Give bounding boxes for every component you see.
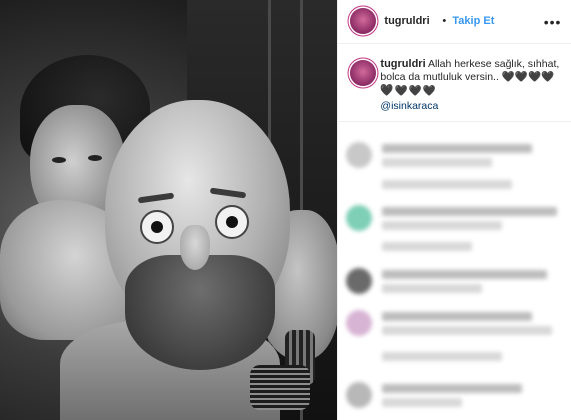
blurred-comment	[346, 348, 566, 378]
avatar[interactable]	[350, 8, 377, 34]
woman-eye	[52, 157, 66, 163]
comment-avatar	[346, 205, 373, 231]
more-options-icon[interactable]: •••	[544, 14, 562, 30]
caption-username[interactable]: tugruldri	[380, 58, 425, 70]
man-beard	[125, 255, 275, 370]
mention-link[interactable]: @isinkaraca	[380, 100, 438, 112]
comment-line	[382, 326, 553, 335]
comment-line	[382, 270, 548, 279]
comment-line	[382, 180, 513, 189]
blurred-comment	[346, 140, 566, 170]
blurred-comment	[346, 176, 566, 206]
header-username[interactable]: tugruldri	[384, 15, 429, 27]
comment-line	[382, 158, 493, 167]
blurred-comment	[346, 203, 566, 233]
man-eye	[215, 205, 249, 239]
comment-line	[382, 352, 503, 361]
divider	[338, 121, 571, 122]
blurred-comment	[346, 238, 566, 268]
comment-avatar	[346, 268, 373, 294]
comment-line	[382, 144, 533, 153]
comment-line	[382, 384, 523, 393]
comment-line	[382, 312, 533, 321]
man-nose	[180, 225, 210, 270]
post-sidebar: tugruldri • Takip Et ••• tugruldri Allah…	[337, 0, 571, 420]
comment-line	[382, 221, 503, 230]
comment-line	[382, 284, 483, 293]
caption-hearts: 🖤🖤🖤🖤	[380, 85, 437, 97]
woman-eye	[88, 155, 102, 161]
follow-button[interactable]: Takip Et	[452, 15, 494, 27]
comment-avatar	[346, 310, 373, 336]
instagram-post: tugruldri • Takip Et ••• tugruldri Allah…	[0, 0, 571, 420]
post-photo[interactable]	[0, 0, 338, 420]
man-eye	[140, 210, 174, 244]
comment-line	[382, 398, 463, 407]
post-header: tugruldri • Takip Et •••	[338, 0, 571, 44]
comment-line	[382, 242, 473, 251]
blurred-comment	[346, 380, 566, 410]
blurred-comment	[346, 308, 566, 338]
bracelets	[250, 365, 310, 410]
caption-avatar[interactable]	[350, 60, 377, 86]
comment-avatar	[346, 382, 373, 408]
comment-line	[382, 207, 558, 216]
comment-avatar	[346, 142, 373, 168]
header-separator: •	[442, 15, 447, 27]
blurred-comment	[346, 266, 566, 296]
